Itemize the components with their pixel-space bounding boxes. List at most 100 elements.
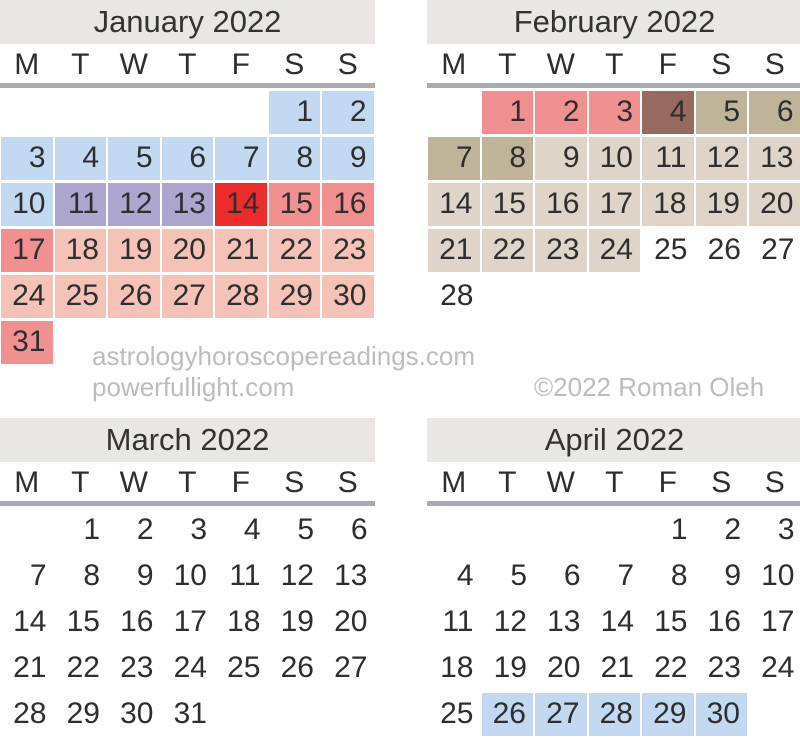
- day-cell[interactable]: 27: [534, 692, 588, 738]
- day-cell[interactable]: 29: [54, 692, 108, 738]
- day-cell[interactable]: 1: [267, 90, 321, 136]
- day-cell[interactable]: 21: [427, 228, 481, 274]
- day-cell[interactable]: 8: [641, 554, 695, 600]
- day-cell[interactable]: 8: [480, 136, 534, 182]
- day-cell[interactable]: 30: [107, 692, 161, 738]
- day-cell[interactable]: 11: [53, 182, 107, 228]
- day-cell[interactable]: 27: [321, 646, 375, 692]
- day-cell[interactable]: 1: [54, 508, 108, 554]
- day-cell[interactable]: 13: [160, 182, 214, 228]
- day-cell[interactable]: 17: [748, 600, 800, 646]
- day-cell[interactable]: 6: [534, 554, 588, 600]
- day-cell[interactable]: 12: [481, 600, 535, 646]
- day-cell[interactable]: 10: [587, 136, 641, 182]
- day-cell[interactable]: 4: [53, 136, 107, 182]
- day-cell[interactable]: 10: [0, 182, 54, 228]
- day-cell[interactable]: 19: [481, 646, 535, 692]
- day-cell[interactable]: 19: [107, 228, 161, 274]
- day-cell[interactable]: 31: [161, 692, 215, 738]
- day-cell[interactable]: 29: [267, 274, 321, 320]
- day-cell[interactable]: 11: [214, 554, 268, 600]
- day-cell[interactable]: 18: [53, 228, 107, 274]
- day-cell[interactable]: 11: [427, 600, 481, 646]
- day-cell[interactable]: 23: [695, 646, 749, 692]
- day-cell[interactable]: 2: [321, 90, 375, 136]
- day-cell[interactable]: 8: [267, 136, 321, 182]
- day-cell[interactable]: 7: [427, 136, 481, 182]
- day-cell[interactable]: 5: [694, 90, 748, 136]
- day-cell[interactable]: 26: [480, 692, 534, 738]
- day-cell[interactable]: 9: [107, 554, 161, 600]
- day-cell[interactable]: 28: [214, 274, 268, 320]
- day-cell[interactable]: 15: [54, 600, 108, 646]
- day-cell[interactable]: 15: [641, 600, 695, 646]
- day-cell[interactable]: 16: [534, 182, 588, 228]
- day-cell[interactable]: 28: [587, 692, 641, 738]
- day-cell[interactable]: 17: [587, 182, 641, 228]
- day-cell[interactable]: 20: [748, 182, 800, 228]
- day-cell[interactable]: 29: [641, 692, 695, 738]
- day-cell[interactable]: 9: [534, 136, 588, 182]
- day-cell[interactable]: 26: [107, 274, 161, 320]
- day-cell[interactable]: 23: [321, 228, 375, 274]
- day-cell[interactable]: 24: [587, 228, 641, 274]
- day-cell[interactable]: 8: [54, 554, 108, 600]
- day-cell[interactable]: 2: [534, 90, 588, 136]
- day-cell[interactable]: 20: [321, 600, 375, 646]
- day-cell[interactable]: 12: [107, 182, 161, 228]
- day-cell[interactable]: 18: [214, 600, 268, 646]
- day-cell[interactable]: 16: [321, 182, 375, 228]
- day-cell[interactable]: 15: [267, 182, 321, 228]
- day-cell[interactable]: 31: [0, 320, 54, 366]
- day-cell[interactable]: 4: [641, 90, 695, 136]
- day-cell[interactable]: 22: [267, 228, 321, 274]
- day-cell[interactable]: 21: [0, 646, 54, 692]
- day-cell[interactable]: 6: [748, 90, 800, 136]
- day-cell[interactable]: 3: [748, 508, 800, 554]
- day-cell[interactable]: 21: [214, 228, 268, 274]
- day-cell[interactable]: 24: [161, 646, 215, 692]
- day-cell[interactable]: 2: [107, 508, 161, 554]
- day-cell[interactable]: 10: [161, 554, 215, 600]
- day-cell[interactable]: 1: [641, 508, 695, 554]
- day-cell[interactable]: 28: [0, 692, 54, 738]
- day-cell[interactable]: 25: [427, 692, 481, 738]
- day-cell[interactable]: 26: [268, 646, 322, 692]
- day-cell[interactable]: 24: [0, 274, 54, 320]
- day-cell[interactable]: 9: [695, 554, 749, 600]
- day-cell[interactable]: 22: [54, 646, 108, 692]
- day-cell[interactable]: 10: [748, 554, 800, 600]
- day-cell[interactable]: 1: [480, 90, 534, 136]
- day-cell[interactable]: 2: [695, 508, 749, 554]
- day-cell[interactable]: 16: [107, 600, 161, 646]
- day-cell[interactable]: 13: [534, 600, 588, 646]
- day-cell[interactable]: 22: [480, 228, 534, 274]
- day-cell[interactable]: 12: [694, 136, 748, 182]
- day-cell[interactable]: 18: [641, 182, 695, 228]
- day-cell[interactable]: 17: [161, 600, 215, 646]
- day-cell[interactable]: 20: [160, 228, 214, 274]
- day-cell[interactable]: 15: [480, 182, 534, 228]
- day-cell[interactable]: 25: [641, 228, 695, 274]
- day-cell[interactable]: 7: [588, 554, 642, 600]
- day-cell[interactable]: 3: [587, 90, 641, 136]
- day-cell[interactable]: 3: [0, 136, 54, 182]
- day-cell[interactable]: 5: [268, 508, 322, 554]
- day-cell[interactable]: 14: [588, 600, 642, 646]
- day-cell[interactable]: 21: [588, 646, 642, 692]
- day-cell[interactable]: 13: [321, 554, 375, 600]
- day-cell[interactable]: 26: [695, 228, 749, 274]
- day-cell[interactable]: 6: [321, 508, 375, 554]
- day-cell[interactable]: 5: [107, 136, 161, 182]
- day-cell[interactable]: 19: [268, 600, 322, 646]
- day-cell[interactable]: 14: [427, 182, 481, 228]
- day-cell[interactable]: 4: [427, 554, 481, 600]
- day-cell[interactable]: 14: [0, 600, 54, 646]
- day-cell[interactable]: 27: [748, 228, 800, 274]
- day-cell[interactable]: 25: [214, 646, 268, 692]
- day-cell[interactable]: 18: [427, 646, 481, 692]
- day-cell[interactable]: 27: [160, 274, 214, 320]
- day-cell[interactable]: 4: [214, 508, 268, 554]
- day-cell[interactable]: 30: [321, 274, 375, 320]
- day-cell[interactable]: 30: [694, 692, 748, 738]
